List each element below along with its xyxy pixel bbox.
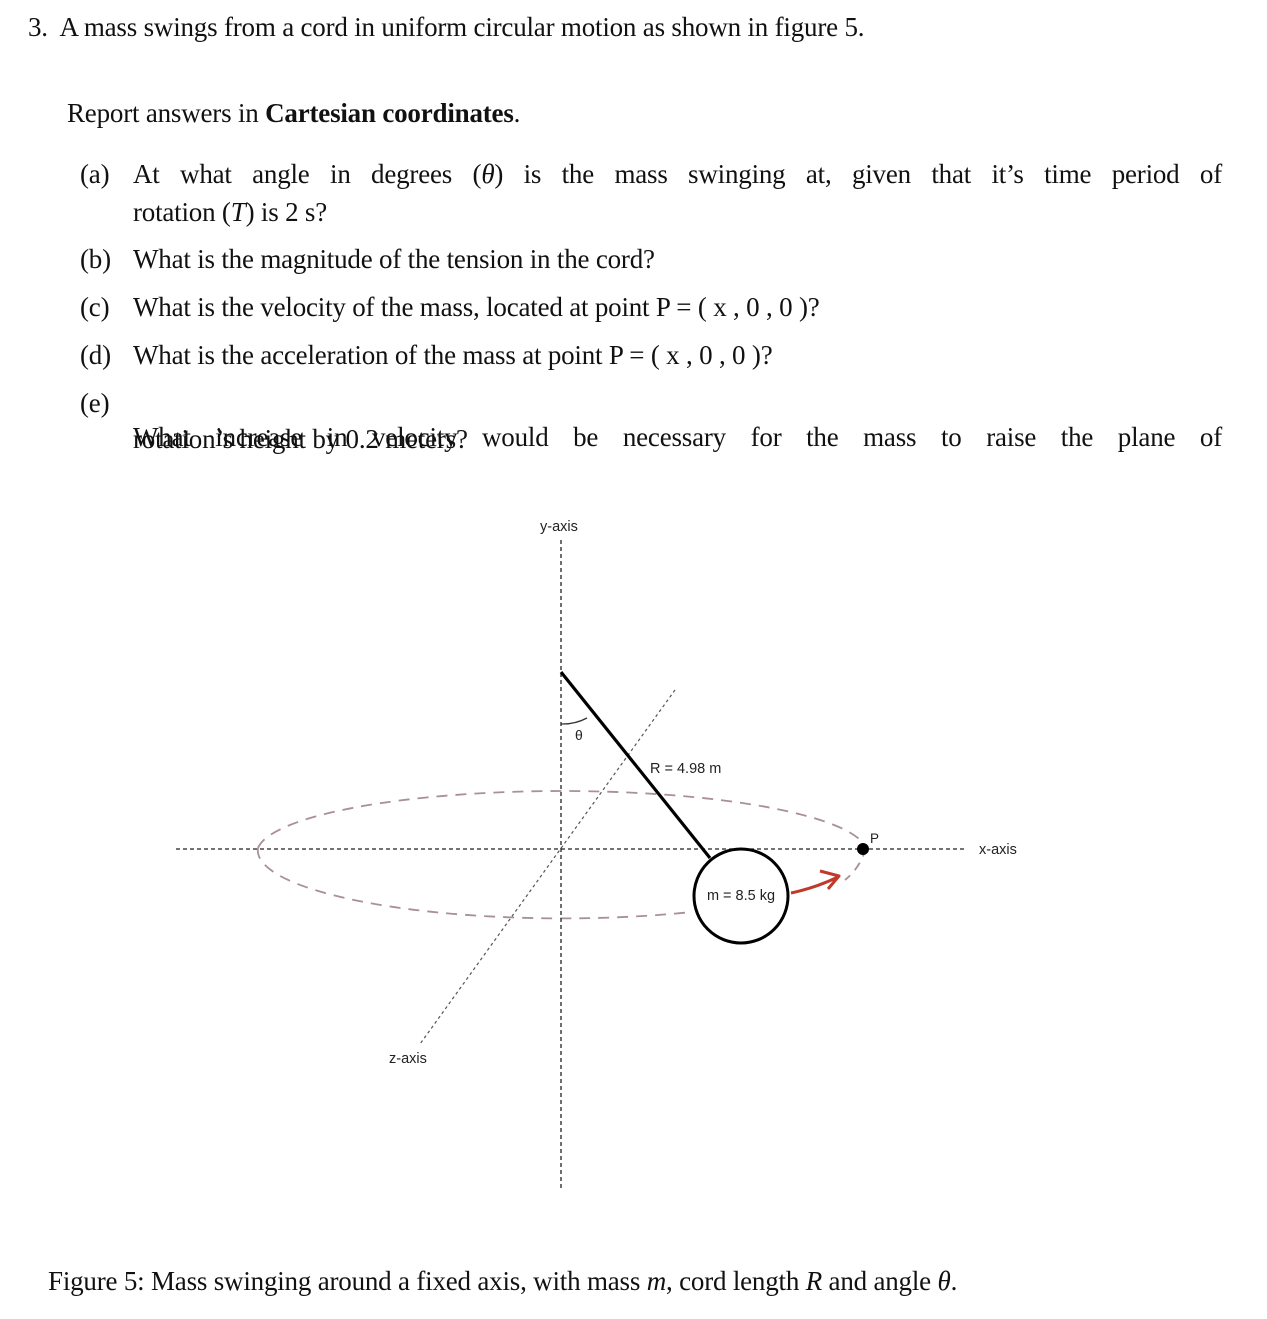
orbit-path-front [256, 847, 693, 920]
problem-text: A mass swings from a cord in uniform cir… [59, 12, 865, 42]
part-e-line2: rotation’s height by 0.2 meters? [133, 424, 468, 454]
cord [559, 670, 712, 860]
orbit-path-front-right [844, 847, 867, 881]
part-a-line2: rotation (T) is 2 s? [133, 197, 328, 227]
instruction: Report answers in Cartesian coordinates. [67, 98, 521, 128]
velocity-arrow [790, 875, 839, 895]
y-axis-label: y-axis [540, 519, 578, 535]
point-p-label: P [870, 831, 879, 846]
mass-circle [692, 847, 790, 945]
angle-arc [560, 717, 588, 725]
point-p [857, 843, 869, 855]
part-label: (e) [80, 388, 110, 418]
period-symbol: T [230, 197, 246, 227]
part-d: (d) What is the acceleration of the mass … [80, 340, 773, 370]
mass-label: m = 8.5 kg [707, 888, 775, 904]
x-axis-label: x-axis [979, 842, 1017, 858]
instruction-emphasis: Cartesian coordinates [265, 98, 514, 128]
problem-statement: 3. A mass swings from a cord in uniform … [28, 10, 864, 44]
part-label: (c) [80, 292, 110, 322]
angle-label: θ [575, 727, 583, 743]
part-label: (a) [80, 159, 110, 189]
figure-caption: Figure 5: Mass swinging around a fixed a… [48, 1266, 958, 1296]
z-axis-line [419, 689, 676, 1045]
part-a-line1: (a) At what angle in degrees (θ) is the … [80, 159, 1222, 189]
cord-length-label: R = 4.98 m [650, 761, 721, 777]
part-b: (b) What is the magnitude of the tension … [80, 244, 655, 274]
theta-symbol: θ [481, 159, 495, 189]
orbit-path-back [257, 790, 867, 849]
part-label: (d) [80, 340, 111, 370]
part-c: (c) What is the velocity of the mass, loc… [80, 292, 820, 322]
problem-number: 3. [28, 12, 48, 42]
part-e-line1: (e) What increase in velocity would be n… [80, 388, 1222, 452]
z-axis-label: z-axis [389, 1051, 427, 1067]
part-label: (b) [80, 244, 111, 274]
velocity-arrowhead [819, 869, 841, 890]
